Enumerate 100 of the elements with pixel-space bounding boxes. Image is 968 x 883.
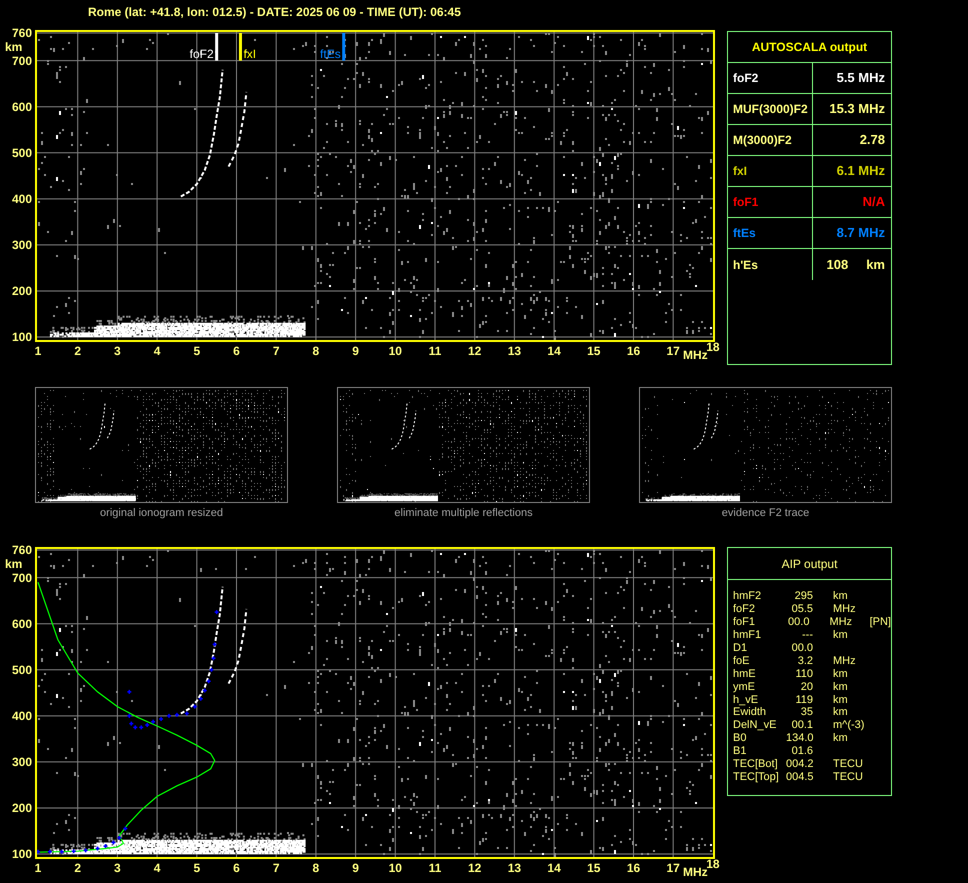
axis-tick-label: 13 [508, 344, 522, 358]
axis-tick-label: 700 [10, 570, 32, 585]
table-cell-text: km [833, 629, 849, 642]
axis-tick-label: 4 [154, 344, 160, 358]
axis-tick-label: 400 [10, 192, 32, 206]
axis-tick-label: 100 [10, 847, 32, 861]
table-cell-text: ymE [733, 680, 756, 693]
axis-tick-label: 2 [74, 861, 82, 875]
axis-tick-label: 3 [114, 344, 121, 358]
axis-tick-label: 4 [154, 861, 160, 875]
table-cell: 108 [826, 258, 848, 272]
marker-label: ftEs [320, 46, 341, 61]
axis-tick-label: 8 [312, 861, 320, 875]
axis-tick-label: 8 [312, 344, 320, 358]
axis-tick-label: 15 [587, 861, 600, 875]
table-cell-text: DelN_vE [733, 719, 778, 732]
axis-tick-label: 9 [352, 861, 359, 875]
table-cell: km [866, 258, 885, 272]
table-cell-text: h_vE [733, 694, 760, 706]
axis-tick-label: 16 [626, 861, 640, 875]
table-cell-text: 3.2 [796, 654, 813, 667]
axis-tick-label: 11 [428, 344, 442, 358]
axis-tick-label: 12 [468, 344, 482, 358]
table-cell: MUF(3000)F2 [733, 102, 808, 116]
table-cell-text: km [833, 706, 849, 718]
table-cell-text: 01.6 [790, 745, 813, 758]
axis-tick-label: 12 [468, 861, 482, 875]
table-cell-text: km [833, 694, 849, 706]
table-cell-text: 295 [794, 590, 813, 602]
axis-unit-label: MHz [683, 348, 708, 362]
table-cell-text: TEC[Bot] [733, 758, 779, 770]
axis-tick-label: 700 [10, 54, 32, 68]
axis-tick-label: 300 [10, 754, 32, 769]
axis-tick-label: 3 [114, 861, 121, 875]
axis-tick-label: 14 [547, 861, 561, 875]
table-cell-text: km [833, 590, 849, 602]
table-cell-text: Ewidth [733, 706, 768, 718]
thumbnail-caption: eliminate multiple reflections [394, 506, 533, 520]
table-cell-text: TECU [833, 758, 864, 770]
marker-label: fxI [243, 46, 256, 61]
axis-tick-label: 300 [10, 238, 32, 252]
table-cell-text: MHz [833, 654, 857, 667]
table-cell: 004.2 [786, 758, 813, 770]
table-cell-text: foE [733, 654, 751, 667]
axis-tick-label: 1 [34, 344, 42, 358]
table-cell: 2.78 [860, 133, 885, 147]
thumbnail-caption: evidence F2 trace [722, 506, 810, 520]
table-cell-text: MHz [833, 603, 857, 616]
axis-tick-label: 7 [272, 861, 280, 875]
axis-tick-label: 18 [706, 340, 720, 354]
axis-tick-label: 5 [193, 861, 200, 875]
table-cell: 134.0 [786, 732, 813, 744]
table-cell: h'Es [733, 258, 758, 272]
marker-label: foF2 [190, 46, 214, 61]
table-cell: N/A [862, 195, 885, 209]
table-cell-text: B1 [733, 745, 748, 758]
table-cell-text: foF2 [733, 603, 756, 616]
axis-tick-label: 14 [547, 344, 561, 358]
axis-tick-label: 10 [388, 861, 402, 875]
table-cell-text: 00.0 [790, 642, 813, 654]
axis-tick-label: 200 [10, 800, 32, 815]
table-cell-text: km [833, 668, 849, 680]
axis-tick-label: 6 [233, 344, 240, 358]
axis-unit-label: km [5, 557, 22, 571]
axis-tick-label: 600 [10, 100, 32, 114]
table-cell-text: 35 [800, 706, 813, 718]
axis-tick-label: 6 [233, 861, 240, 875]
table-cell-text: hmF2 [733, 590, 762, 602]
table-cell: foF2 [733, 71, 758, 85]
table-cell-text: 119 [794, 694, 813, 706]
axis-tick-label: 400 [10, 708, 32, 723]
table-cell-text: m^(-3) [833, 719, 866, 732]
table-cell: ftEs [733, 226, 756, 240]
axis-tick-label: 9 [352, 344, 359, 358]
axis-tick-label: 5 [193, 344, 200, 358]
axis-tick-label: 600 [10, 616, 32, 631]
axis-tick-label: 2 [74, 344, 82, 358]
axis-unit-label: MHz [683, 865, 708, 879]
axis-tick-label: 15 [587, 344, 600, 358]
table-cell: foF1 [733, 195, 758, 209]
table-cell-text: D1 [733, 642, 748, 654]
thumbnail-caption: original ionogram resized [100, 506, 223, 520]
axis-tick-label: 500 [10, 662, 32, 677]
station-header: Rome (lat: +41.8, lon: 012.5) - DATE: 2025 06 09 - TIME (UT): 06:45 [88, 5, 461, 19]
table-cell-text: B0 [733, 732, 748, 744]
table-cell-text: km [833, 732, 849, 744]
axis-tick-label: 13 [508, 861, 522, 875]
table-cell-text: 20 [800, 680, 813, 693]
table-cell-text: hmF1 [733, 629, 762, 642]
table-cell: 15.3 MHz [829, 102, 885, 116]
table-cell: 6.1 MHz [836, 164, 885, 178]
table-cell: fxI [733, 164, 748, 178]
axis-tick-label: 17 [666, 861, 680, 875]
table-cell-text: MHz [829, 616, 854, 628]
axis-tick-label: 500 [10, 146, 32, 160]
axis-tick-label: 200 [10, 284, 32, 298]
axis-tick-label: 10 [388, 344, 402, 358]
axis-tick-label: 17 [666, 344, 680, 358]
table-cell-text: --- [801, 629, 813, 642]
axis-tick-label: 11 [428, 861, 442, 875]
